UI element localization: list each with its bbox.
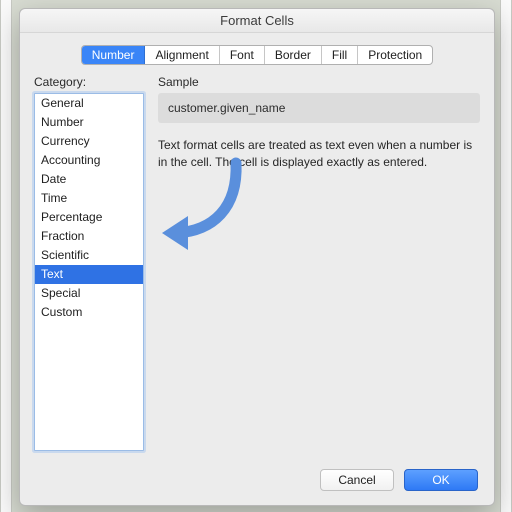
category-item-percentage[interactable]: Percentage bbox=[35, 208, 143, 227]
category-item-date[interactable]: Date bbox=[35, 170, 143, 189]
tab-font[interactable]: Font bbox=[220, 46, 265, 64]
category-item-number[interactable]: Number bbox=[35, 113, 143, 132]
tab-protection[interactable]: Protection bbox=[358, 46, 432, 64]
category-item-time[interactable]: Time bbox=[35, 189, 143, 208]
format-cells-dialog: Format Cells NumberAlignmentFontBorderFi… bbox=[19, 8, 495, 506]
category-item-currency[interactable]: Currency bbox=[35, 132, 143, 151]
tab-fill[interactable]: Fill bbox=[322, 46, 358, 64]
sample-label: Sample bbox=[158, 75, 480, 89]
category-item-general[interactable]: General bbox=[35, 94, 143, 113]
tab-alignment[interactable]: Alignment bbox=[145, 46, 219, 64]
category-listbox[interactable]: GeneralNumberCurrencyAccountingDateTimeP… bbox=[34, 93, 144, 451]
category-item-special[interactable]: Special bbox=[35, 284, 143, 303]
category-item-accounting[interactable]: Accounting bbox=[35, 151, 143, 170]
dialog-footer: Cancel OK bbox=[20, 459, 494, 505]
sample-value: customer.given_name bbox=[158, 93, 480, 123]
category-item-custom[interactable]: Custom bbox=[35, 303, 143, 322]
tab-border[interactable]: Border bbox=[265, 46, 322, 64]
tab-bar: NumberAlignmentFontBorderFillProtection bbox=[20, 33, 494, 75]
ok-button[interactable]: OK bbox=[404, 469, 478, 491]
category-item-text[interactable]: Text bbox=[35, 265, 143, 284]
format-description: Text format cells are treated as text ev… bbox=[158, 137, 480, 171]
category-label: Category: bbox=[34, 75, 144, 89]
category-item-fraction[interactable]: Fraction bbox=[35, 227, 143, 246]
category-item-scientific[interactable]: Scientific bbox=[35, 246, 143, 265]
cancel-button[interactable]: Cancel bbox=[320, 469, 394, 491]
tab-number[interactable]: Number bbox=[82, 46, 146, 64]
dialog-title: Format Cells bbox=[20, 9, 494, 33]
